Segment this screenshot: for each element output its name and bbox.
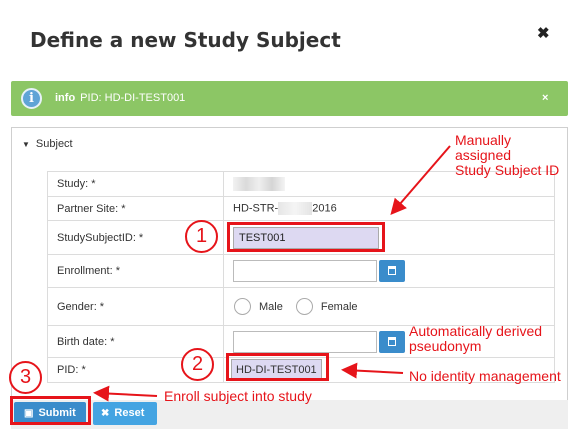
arrow-to-submit: [93, 385, 158, 402]
arrow-to-pid: [341, 362, 404, 379]
arrow-to-ssid: [390, 145, 451, 216]
annotation-arrows: [93, 145, 451, 402]
